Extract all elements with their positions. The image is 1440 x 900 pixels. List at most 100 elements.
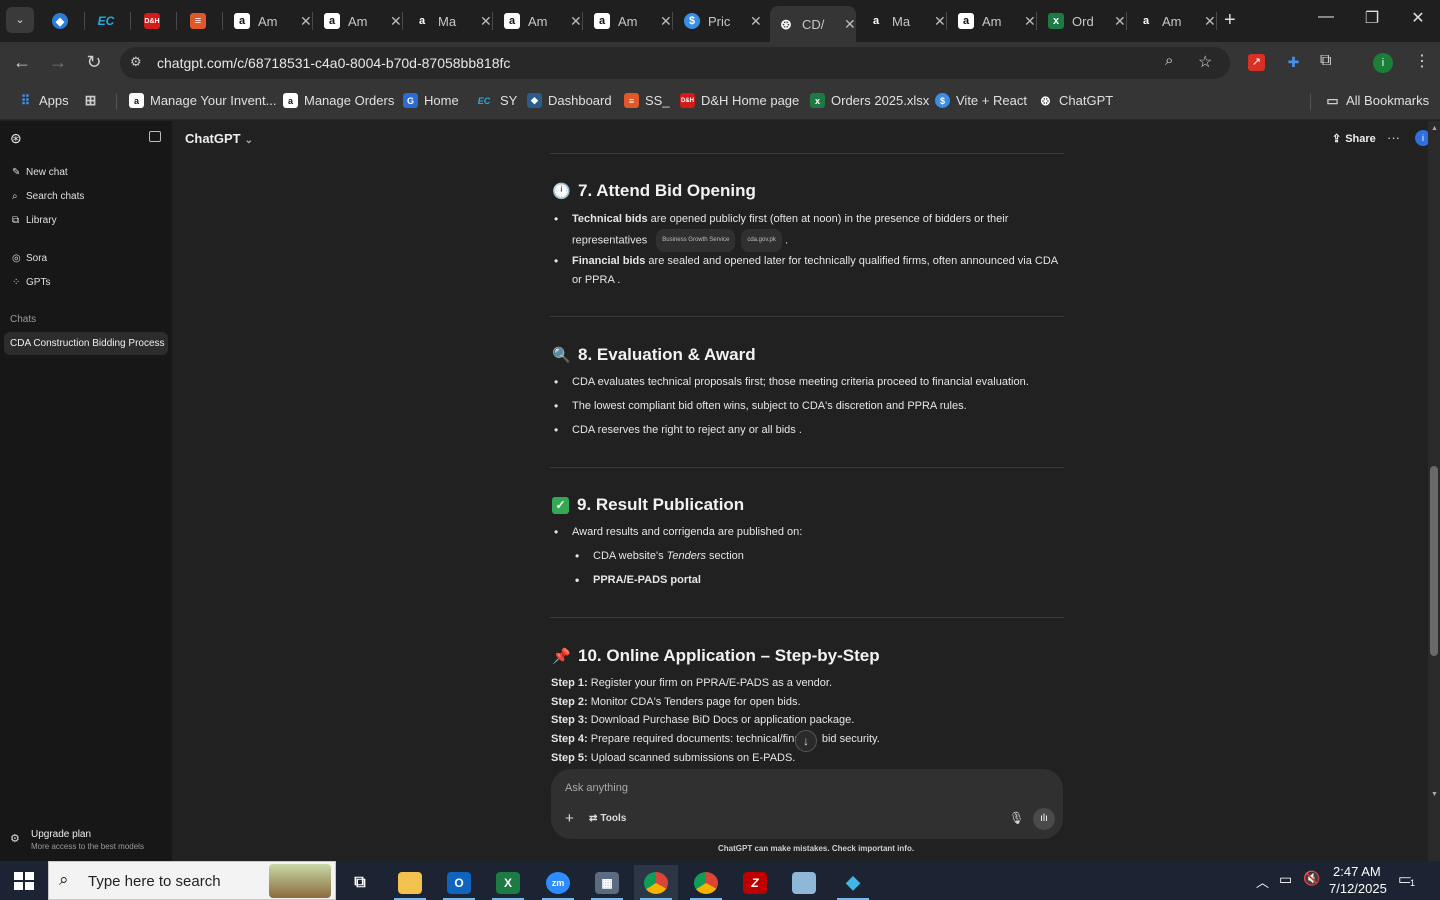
microphone-icon[interactable]: 🎙: [1009, 811, 1024, 825]
extension-blue-icon[interactable]: ✚: [1285, 54, 1302, 71]
bookmark-manage-inventory[interactable]: a Manage Your Invent...: [129, 93, 276, 108]
bookmark-tab-groups[interactable]: ⊞: [83, 92, 104, 108]
tab-amazon-4[interactable]: a Am ✕: [496, 6, 582, 36]
taskbar-outlook[interactable]: O: [437, 865, 481, 900]
sora-button[interactable]: ◎ Sora: [12, 253, 47, 264]
close-icon[interactable]: ✕: [660, 13, 672, 30]
tab-pricing[interactable]: $ Pric ✕: [676, 6, 766, 36]
close-icon[interactable]: ✕: [300, 13, 312, 30]
task-view-button[interactable]: ⧉: [338, 865, 382, 900]
all-bookmarks[interactable]: ▭ All Bookmarks: [1325, 93, 1429, 109]
tab-amazon-6[interactable]: a Ma ✕: [860, 6, 946, 36]
close-icon[interactable]: ✕: [1114, 13, 1126, 30]
new-tab-button[interactable]: +: [1224, 9, 1236, 32]
taskbar-zoom[interactable]: zm: [536, 865, 580, 900]
bookmark-home[interactable]: G Home: [403, 93, 459, 108]
zoom-icon[interactable]: ⌕: [1165, 52, 1173, 69]
gpts-button[interactable]: ⁘ GPTs: [12, 277, 50, 288]
scroll-up-icon[interactable]: ▲: [1431, 125, 1438, 132]
new-chat-button[interactable]: ✎ New chat: [12, 167, 68, 178]
tab-stack[interactable]: ≡: [182, 6, 222, 36]
taskbar-search-box[interactable]: ⌕ Type here to search: [48, 861, 336, 900]
close-window-button[interactable]: ✕: [1403, 8, 1433, 28]
bookmark-dh-home[interactable]: D&H D&H Home page: [680, 93, 799, 108]
tab-dh[interactable]: D&H: [136, 6, 176, 36]
taskbar-chrome-2[interactable]: [684, 865, 728, 900]
address-bar[interactable]: ⚙ chatgpt.com/c/68718531-c4a0-8004-b70d-…: [120, 47, 1230, 79]
source-chip[interactable]: cda.gov.pk: [741, 229, 782, 252]
bookmark-manage-orders[interactable]: a Manage Orders: [283, 93, 394, 108]
bookmark-dashboard[interactable]: ◆ Dashboard: [527, 93, 612, 108]
tab-orders-excel[interactable]: x Ord ✕: [1040, 6, 1126, 36]
notification-center-icon[interactable]: ▭ 1: [1398, 870, 1420, 890]
volume-muted-icon[interactable]: 🔇: [1303, 870, 1320, 887]
minimize-button[interactable]: —: [1311, 8, 1341, 26]
close-icon[interactable]: ✕: [480, 13, 492, 30]
close-icon[interactable]: ✕: [570, 13, 582, 30]
bookmark-ss[interactable]: ≡ SS_: [624, 93, 670, 108]
bookmark-chatgpt[interactable]: ⊛ ChatGPT: [1038, 93, 1113, 109]
tab-amazon-8[interactable]: a Am ✕: [1130, 6, 1216, 36]
network-icon[interactable]: ▭: [1279, 871, 1292, 888]
taskbar-filezilla[interactable]: Z: [733, 865, 777, 900]
close-icon[interactable]: ✕: [1024, 13, 1036, 30]
taskbar-app-blue[interactable]: ◆: [831, 865, 875, 900]
tab-amazon-1[interactable]: a Am ✕: [226, 6, 312, 36]
clock-time[interactable]: 2:47 AM: [1333, 864, 1381, 879]
site-info-icon[interactable]: ⚙: [130, 54, 142, 70]
scroll-down-icon[interactable]: ▼: [1431, 791, 1438, 798]
bookmark-sy[interactable]: EC SY: [474, 93, 518, 108]
show-hidden-icons[interactable]: ︿: [1256, 872, 1269, 891]
scrollbar-thumb[interactable]: [1430, 466, 1438, 656]
back-button[interactable]: ←: [10, 52, 34, 73]
library-button[interactable]: ⧉ Library: [12, 215, 57, 226]
bookmark-apps[interactable]: ⠿ Apps: [18, 93, 69, 109]
close-icon[interactable]: ✕: [750, 13, 762, 30]
source-chip[interactable]: Business Growth Service: [656, 229, 736, 252]
tab-amazon-5[interactable]: a Am ✕: [586, 6, 672, 36]
tab-amazon-2[interactable]: a Am ✕: [316, 6, 402, 36]
taskbar-calculator[interactable]: ▦: [585, 865, 629, 900]
upgrade-plan-button[interactable]: ⚙ Upgrade plan More access to the best m…: [10, 828, 165, 854]
taskbar-chrome-1[interactable]: [634, 865, 678, 900]
add-attachment-icon[interactable]: +: [565, 810, 574, 827]
page-scrollbar[interactable]: ▲ ▼: [1428, 121, 1440, 861]
openai-logo-icon[interactable]: ⊛: [10, 130, 22, 147]
bookmark-star-icon[interactable]: ☆: [1198, 52, 1212, 72]
voice-mode-button[interactable]: ılı: [1033, 808, 1055, 830]
close-icon[interactable]: ✕: [934, 13, 946, 30]
taskbar-file-explorer[interactable]: [388, 865, 432, 900]
tools-button[interactable]: ⇄ Tools: [589, 813, 626, 824]
taskbar-app-slate[interactable]: [782, 865, 826, 900]
share-button[interactable]: ⇪ Share: [1332, 132, 1376, 145]
browser-menu-icon[interactable]: ⋮: [1414, 51, 1430, 71]
extensions-puzzle-icon[interactable]: ⧉: [1320, 52, 1331, 70]
tab-app[interactable]: ◆: [44, 6, 84, 36]
tab-search-button[interactable]: ⌄: [6, 7, 34, 33]
clock-date[interactable]: 7/12/2025: [1329, 881, 1387, 896]
model-selector[interactable]: ChatGPT ⌄: [185, 131, 253, 146]
chat-item-active[interactable]: CDA Construction Bidding Process: [4, 332, 168, 355]
windows-start-icon[interactable]: [14, 872, 34, 890]
extension-red-icon[interactable]: ↗: [1248, 54, 1265, 71]
tab-amazon-7[interactable]: a Am ✕: [950, 6, 1036, 36]
more-options-icon[interactable]: ···: [1387, 130, 1400, 145]
restore-button[interactable]: ❐: [1357, 8, 1387, 28]
list-item: Financial bids are sealed and opened lat…: [554, 252, 1062, 290]
close-sidebar-icon[interactable]: [149, 131, 161, 142]
bookmark-orders-xlsx[interactable]: x Orders 2025.xlsx: [810, 93, 929, 108]
bookmark-vite-react[interactable]: $ Vite + React: [935, 93, 1027, 108]
search-chats-button[interactable]: ⌕ Search chats: [12, 191, 84, 202]
forward-button[interactable]: →: [46, 52, 70, 73]
reload-button[interactable]: ↻: [82, 52, 106, 73]
tab-ec[interactable]: EC: [90, 6, 130, 36]
scroll-to-bottom-button[interactable]: ↓: [795, 730, 817, 752]
taskbar-excel[interactable]: X: [486, 865, 530, 900]
prompt-input[interactable]: Ask anything: [565, 782, 628, 794]
profile-avatar[interactable]: i: [1373, 53, 1393, 73]
tab-amazon-3[interactable]: a Ma ✕: [406, 6, 492, 36]
close-icon[interactable]: ✕: [1204, 13, 1216, 30]
close-icon[interactable]: ✕: [844, 16, 856, 33]
close-icon[interactable]: ✕: [390, 13, 402, 30]
tab-chatgpt-active[interactable]: ⊛ CD/✕: [770, 6, 856, 42]
